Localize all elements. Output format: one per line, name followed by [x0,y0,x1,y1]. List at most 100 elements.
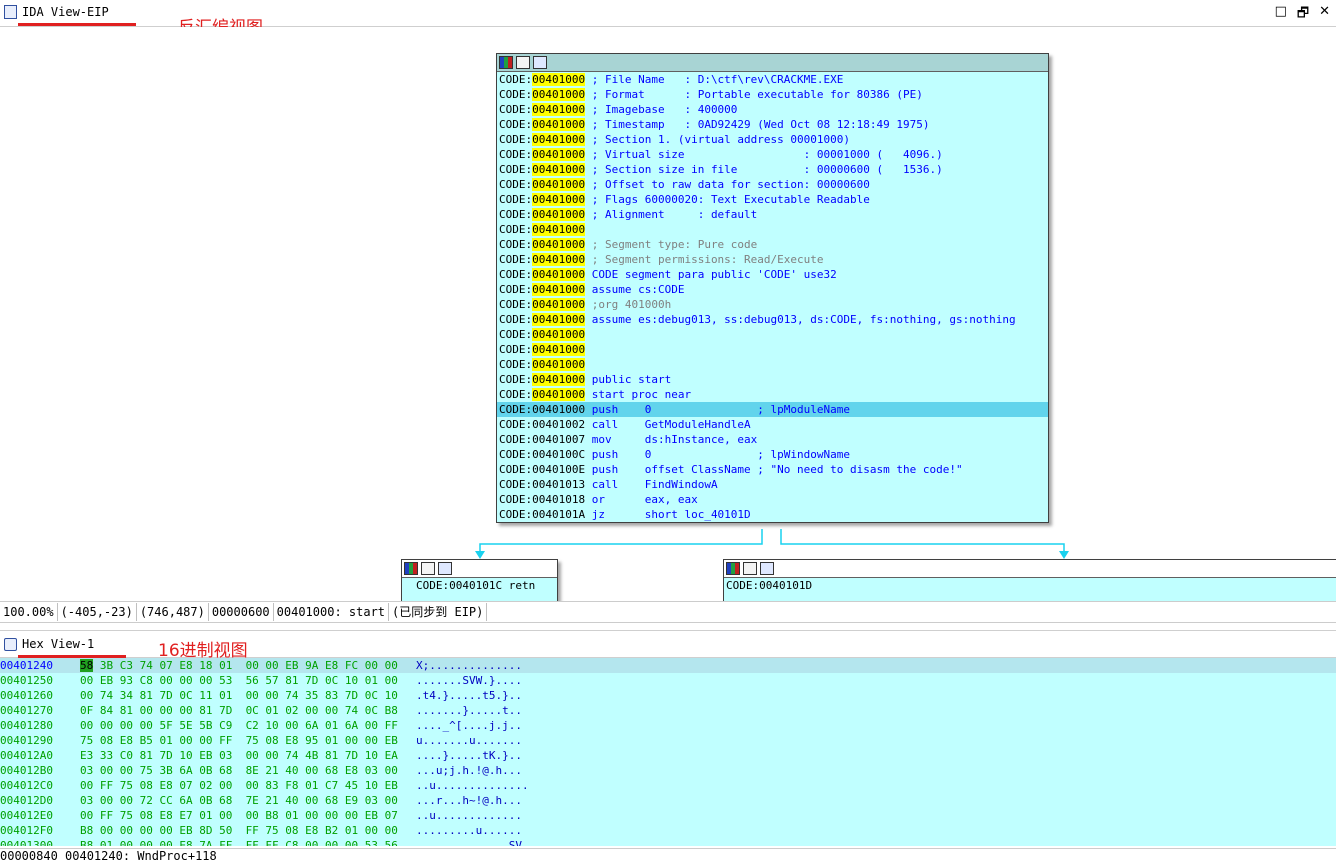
code-line[interactable]: CODE:00401000 ; Timestamp : 0AD92429 (We… [497,117,1048,132]
instruction[interactable]: ; File Name : D:\ctf\rev\CRACKME.EXE [585,73,844,86]
code-line[interactable]: CODE:00401000 ; Alignment : default [497,207,1048,222]
address[interactable]: 00401002 [532,418,585,431]
code-line[interactable]: CODE:00401000 assume cs:CODE [497,282,1048,297]
hex-bytes[interactable]: 58 3B C3 74 07 E8 18 01 00 00 EB 9A E8 F… [80,658,416,673]
instruction[interactable]: ; Segment type: Pure code [585,238,758,251]
hex-ascii[interactable]: ...._^[....j.j.. [416,718,522,733]
hex-row[interactable]: 00401290 75 08 E8 B5 01 00 00 FF 75 08 E8… [0,733,1336,748]
hex-bytes[interactable]: 00 FF 75 08 E8 E7 01 00 00 B8 01 00 00 0… [80,808,416,823]
instruction[interactable]: ; Offset to raw data for section: 000006… [585,178,870,191]
graph-view[interactable]: CODE:00401000 ; File Name : D:\ctf\rev\C… [0,27,1336,602]
code-line[interactable]: CODE:00401000 ; Format : Portable execut… [497,87,1048,102]
code-line[interactable]: CODE:00401000 assume es:debug013, ss:deb… [497,312,1048,327]
address[interactable]: 00401000 [532,388,586,401]
hex-bytes[interactable]: E3 33 C0 81 7D 10 EB 03 00 00 74 4B 81 7… [80,748,416,763]
address[interactable]: 00401000 [532,403,585,416]
address[interactable]: 00401000 [532,253,586,266]
address[interactable]: 0040100E [532,463,585,476]
code-line[interactable]: CODE:00401000 [497,342,1048,357]
loc-40101d-node[interactable]: CODE:0040101D [723,559,1336,602]
hex-view-tab[interactable]: Hex View-1 [4,634,94,654]
instruction[interactable]: push 0 ; lpModuleName [585,403,850,416]
address[interactable]: 00401000 [532,133,586,146]
hex-ascii[interactable]: X;.............. [416,658,522,673]
address[interactable]: 00401000 [532,178,586,191]
code-line[interactable]: CODE:0040100C push 0 ; lpWindowName [497,447,1048,462]
address[interactable]: 0040101A [532,508,585,521]
code-line[interactable]: CODE:00401000 CODE segment para public '… [497,267,1048,282]
hex-ascii[interactable]: ..u............. [416,808,522,823]
hex-row[interactable]: 00401250 00 EB 93 C8 00 00 00 53 56 57 81… [0,673,1336,688]
retn-node[interactable]: CODE:0040101C retn [401,559,558,602]
hex-ascii[interactable]: ...r...h~!@.h... [416,793,522,808]
hex-bytes[interactable]: 03 00 00 72 CC 6A 0B 68 7E 21 40 00 68 E… [80,793,416,808]
code-line[interactable]: CODE:00401000 ; Section 1. (virtual addr… [497,132,1048,147]
instruction[interactable]: assume es:debug013, ss:debug013, ds:CODE… [585,313,1016,326]
instruction[interactable]: CODE segment para public 'CODE' use32 [585,268,837,281]
address[interactable]: 00401000 [532,193,586,206]
hex-row[interactable]: 00401270 0F 84 81 00 00 00 81 7D 0C 01 02… [0,703,1336,718]
address[interactable]: 00401000 [532,73,586,86]
graph-icon[interactable] [533,56,547,69]
rename-icon[interactable] [516,56,530,69]
hex-ascii[interactable]: .......SVW.}.... [416,673,522,688]
hex-bytes[interactable]: 00 00 00 00 5F 5E 5B C9 C2 10 00 6A 01 6… [80,718,416,733]
instruction[interactable]: ; Section 1. (virtual address 00001000) [585,133,850,146]
instruction[interactable]: call FindWindowA [585,478,718,491]
color-icon[interactable] [404,562,418,575]
rename-icon[interactable] [743,562,757,575]
hex-bytes[interactable]: B8 00 00 00 00 EB 8D 50 FF 75 08 E8 B2 0… [80,823,416,838]
color-icon[interactable] [726,562,740,575]
hex-row[interactable]: 004012B0 03 00 00 75 3B 6A 0B 68 8E 21 40… [0,763,1336,778]
code-line[interactable]: CODE:0040101C retn [402,578,557,593]
hex-ascii[interactable]: u.......u....... [416,733,522,748]
address[interactable]: 00401007 [532,433,585,446]
graph-icon[interactable] [760,562,774,575]
code-line[interactable]: CODE:0040101D [724,578,1336,593]
instruction[interactable]: ; Timestamp : 0AD92429 (Wed Oct 08 12:18… [585,118,930,131]
code-line[interactable]: CODE:00401000 ; Imagebase : 400000 [497,102,1048,117]
code-line[interactable]: CODE:00401000 [497,357,1048,372]
code-line[interactable]: CODE:00401000 push 0 ; lpModuleName [497,402,1048,417]
hex-bytes[interactable]: 0F 84 81 00 00 00 81 7D 0C 01 02 00 00 7… [80,703,416,718]
code-line[interactable]: CODE:00401000 ; Offset to raw data for s… [497,177,1048,192]
hex-row[interactable]: 004012F0 B8 00 00 00 00 EB 8D 50 FF 75 08… [0,823,1336,838]
code-line[interactable]: CODE:00401002 call GetModuleHandleA [497,417,1048,432]
hex-ascii[interactable]: ....}.....tK.}.. [416,748,522,763]
hex-cursor[interactable]: 58 [80,659,94,672]
instruction[interactable]: push 0 ; lpWindowName [585,448,850,461]
address[interactable]: 00401000 [532,103,586,116]
address[interactable]: 00401000 [532,358,586,371]
address[interactable]: 00401000 [532,238,586,251]
code-line[interactable]: CODE:00401000 ; Section size in file : 0… [497,162,1048,177]
hex-row[interactable]: 00401260 00 74 34 81 7D 0C 11 01 00 00 74… [0,688,1336,703]
address[interactable]: 00401000 [532,373,586,386]
color-icon[interactable] [499,56,513,69]
address[interactable]: 00401000 [532,223,586,236]
graph-icon[interactable] [438,562,452,575]
hex-view[interactable]: 00401240 58 3B C3 74 07 E8 18 01 00 00 EB… [0,658,1336,846]
instruction[interactable]: ; Format : Portable executable for 80386… [585,88,923,101]
code-line[interactable]: CODE:00401000 ;org 401000h [497,297,1048,312]
instruction[interactable]: start proc near [585,388,691,401]
code-line[interactable]: CODE:00401000 start proc near [497,387,1048,402]
instruction[interactable]: ; Alignment : default [585,208,758,221]
code-line[interactable]: CODE:00401000 ; File Name : D:\ctf\rev\C… [497,72,1048,87]
instruction[interactable]: or eax, eax [585,493,698,506]
hex-row[interactable]: 00401300 B8 01 00 00 00 E8 7A FF FF FF C8… [0,838,1336,846]
maximize-icon[interactable]: □ [1275,4,1287,26]
code-line[interactable]: CODE:00401013 call FindWindowA [497,477,1048,492]
hex-ascii[interactable]: ..............SV [416,838,522,846]
code-line[interactable]: CODE:00401000 [497,327,1048,342]
code-line[interactable]: CODE:00401000 ; Flags 60000020: Text Exe… [497,192,1048,207]
code-line[interactable]: CODE:0040100E push offset ClassName ; "N… [497,462,1048,477]
instruction[interactable]: jz short loc_40101D [585,508,751,521]
address[interactable]: 00401000 [532,163,586,176]
address[interactable]: 00401000 [532,88,586,101]
instruction[interactable]: ;org 401000h [585,298,671,311]
ida-view-tab[interactable]: IDA View-EIP [4,2,109,22]
instruction[interactable]: push offset ClassName ; "No need to disa… [585,463,963,476]
hex-bytes[interactable]: 00 74 34 81 7D 0C 11 01 00 00 74 35 83 7… [80,688,416,703]
instruction[interactable]: ; Flags 60000020: Text Executable Readab… [585,193,870,206]
instruction[interactable]: public start [585,373,671,386]
